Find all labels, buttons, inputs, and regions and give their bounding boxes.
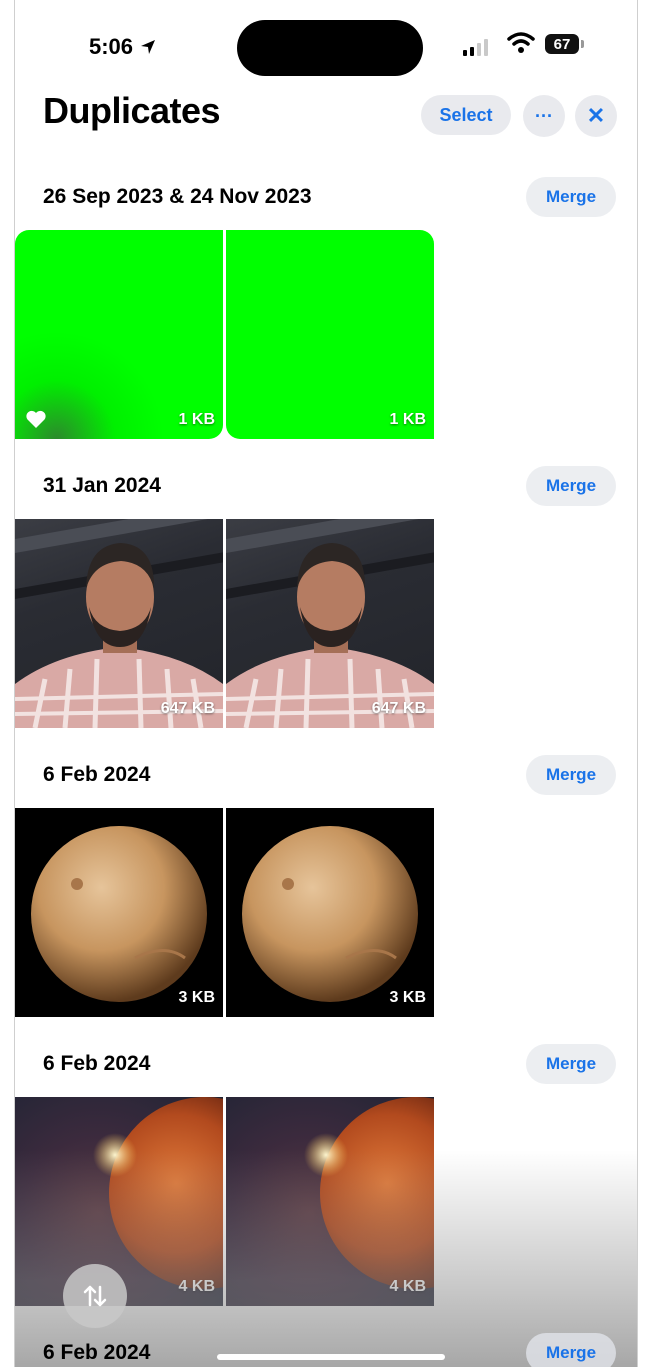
file-size-label: 647 KB: [160, 700, 215, 717]
dynamic-island: [237, 20, 423, 76]
select-button[interactable]: Select: [421, 95, 511, 135]
photo-thumbnail[interactable]: 3 KB: [15, 808, 223, 1017]
group-header: 6 Feb 2024 Merge: [15, 755, 637, 799]
cellular-signal-icon: [463, 38, 488, 56]
photo-thumbnail[interactable]: 1 KB: [226, 230, 434, 439]
photo-thumbnail[interactable]: 1 KB: [15, 230, 223, 439]
file-size-label: 1 KB: [389, 411, 426, 428]
merge-button[interactable]: Merge: [526, 1333, 616, 1367]
wifi-icon: [507, 32, 535, 53]
group-date: 6 Feb 2024: [43, 1052, 151, 1075]
sort-arrows-icon: [83, 1285, 107, 1307]
location-arrow-icon: [141, 40, 156, 54]
group-header: 26 Sep 2023 & 24 Nov 2023 Merge: [15, 177, 637, 221]
battery-level: 67: [553, 35, 571, 53]
battery-icon: 67: [545, 34, 579, 54]
selfie-image: [15, 519, 223, 728]
group-date: 6 Feb 2024: [43, 1341, 151, 1364]
merge-button[interactable]: Merge: [526, 755, 616, 795]
file-size-label: 3 KB: [389, 989, 426, 1006]
duplicate-row: 3 KB 3 KB: [15, 808, 435, 1017]
group-date: 26 Sep 2023 & 24 Nov 2023: [43, 185, 312, 208]
screen: 5:06 67 Duplicates Select ··· ✕ 26 Sep 2…: [14, 0, 638, 1367]
home-indicator: [217, 1354, 445, 1360]
photo-thumbnail[interactable]: 647 KB: [226, 519, 434, 728]
sort-icon[interactable]: [63, 1264, 127, 1328]
planet-image: [304, 1097, 434, 1289]
file-size-label: 4 KB: [178, 1278, 215, 1295]
planet-image: [31, 826, 207, 1002]
file-size-label: 1 KB: [178, 411, 215, 428]
group-header: 6 Feb 2024 Merge: [15, 1044, 637, 1088]
group-date: 31 Jan 2024: [43, 474, 161, 497]
page-title: Duplicates: [43, 90, 221, 131]
favorite-heart-icon: [26, 410, 46, 428]
status-bar: 5:06 67: [15, 0, 637, 76]
time-label: 5:06: [89, 34, 134, 59]
merge-button[interactable]: Merge: [526, 466, 616, 506]
group-date: 6 Feb 2024: [43, 763, 151, 786]
battery-tip: [581, 40, 584, 48]
duplicate-row: 1 KB 1 KB: [15, 230, 435, 439]
file-size-label: 3 KB: [178, 989, 215, 1006]
group-header: 31 Jan 2024 Merge: [15, 466, 637, 510]
merge-button[interactable]: Merge: [526, 177, 616, 217]
file-size-label: 647 KB: [371, 700, 426, 717]
photo-thumbnail[interactable]: 3 KB: [226, 808, 434, 1017]
more-options-icon[interactable]: ···: [523, 95, 565, 137]
group-header: 6 Feb 2024 Merge: [15, 1333, 637, 1367]
photo-thumbnail[interactable]: 4 KB: [226, 1097, 434, 1306]
duplicate-row: 647 KB 647 KB: [15, 519, 435, 728]
status-time: 5:06: [89, 34, 157, 60]
planet-image: [242, 826, 418, 1002]
merge-button[interactable]: Merge: [526, 1044, 616, 1084]
close-icon[interactable]: ✕: [575, 95, 617, 137]
file-size-label: 4 KB: [389, 1278, 426, 1295]
selfie-image: [226, 519, 434, 728]
photo-thumbnail[interactable]: 647 KB: [15, 519, 223, 728]
